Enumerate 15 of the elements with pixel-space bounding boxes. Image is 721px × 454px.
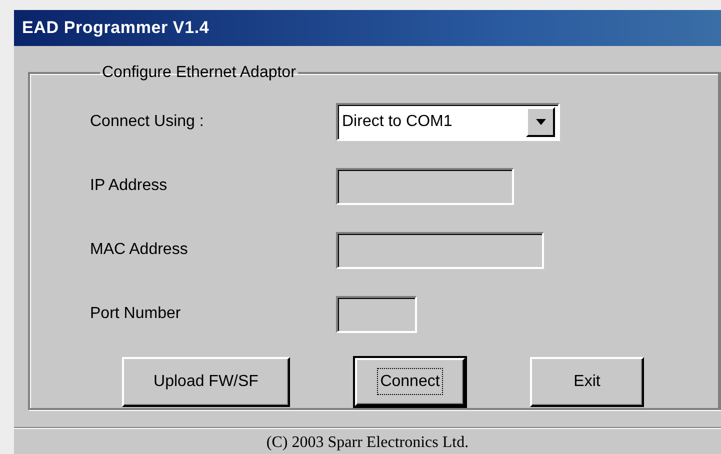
connect-button[interactable]: Connect <box>354 357 466 407</box>
field-label: MAC Address <box>90 241 188 259</box>
window-title: EAD Programmer V1.4 <box>22 18 210 38</box>
input-field[interactable] <box>336 232 544 268</box>
input-field[interactable] <box>336 296 417 332</box>
field-label: Connect Using : <box>90 113 204 131</box>
dropdown-arrow-icon[interactable] <box>536 119 546 125</box>
connection-dropdown[interactable]: Direct to COM1 <box>336 103 560 141</box>
field-label: IP Address <box>90 177 168 195</box>
upload-button[interactable]: Upload FW/SF <box>122 357 290 407</box>
input-field[interactable] <box>336 168 514 204</box>
exit-button[interactable]: Exit <box>530 357 644 407</box>
copyright-text: (C) 2003 Sparr Electronics Ltd. <box>266 434 469 452</box>
group-title: Configure Ethernet Adaptor <box>101 64 297 82</box>
field-label: Port Number <box>90 305 181 323</box>
